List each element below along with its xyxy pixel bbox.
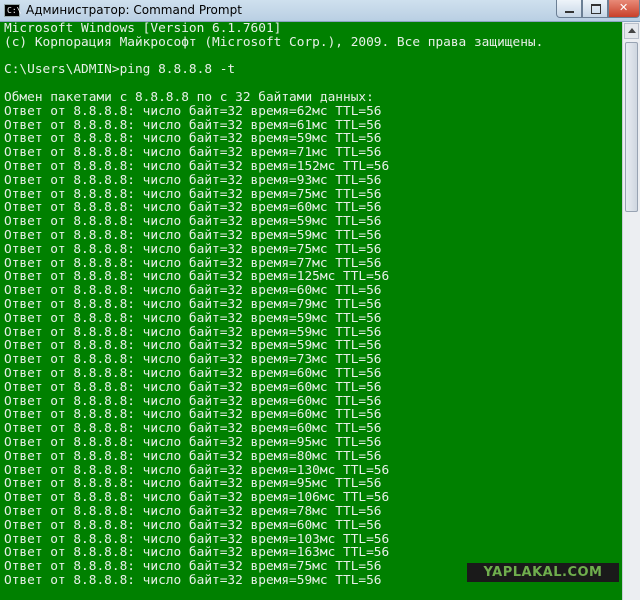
console-line: Ответ от 8.8.8.8: число байт=32 время=60… <box>4 200 382 216</box>
console-line: Ответ от 8.8.8.8: число байт=32 время=16… <box>4 545 390 561</box>
console-line: Ответ от 8.8.8.8: число байт=32 время=60… <box>4 517 382 533</box>
console-line: Ответ от 8.8.8.8: число байт=32 время=80… <box>4 448 382 464</box>
console-line: C:\Users\ADMIN>ping 8.8.8.8 -t <box>4 62 236 78</box>
watermark-logo: YAPLAKAL.COM <box>467 563 619 582</box>
console-line: Ответ от 8.8.8.8: число байт=32 время=78… <box>4 504 382 519</box>
console-line: Ответ от 8.8.8.8: число байт=32 время=10… <box>4 490 390 506</box>
console-line: Microsoft Windows [Version 6.1.7601] <box>4 22 282 36</box>
console-line: Ответ от 8.8.8.8: число байт=32 время=77… <box>4 255 382 271</box>
console-line: Ответ от 8.8.8.8: число байт=32 время=60… <box>4 379 382 395</box>
console-line: Ответ от 8.8.8.8: число байт=32 время=59… <box>4 324 382 340</box>
console-line: Ответ от 8.8.8.8: число байт=32 время=95… <box>4 476 382 492</box>
console-line: Ответ от 8.8.8.8: число байт=32 время=93… <box>4 172 382 188</box>
scroll-thumb[interactable] <box>625 42 638 212</box>
console-line: Ответ от 8.8.8.8: число байт=32 время=15… <box>4 159 390 174</box>
console-line: Ответ от 8.8.8.8: число байт=32 время=75… <box>4 241 382 257</box>
console-line: Ответ от 8.8.8.8: число байт=32 время=10… <box>4 531 390 547</box>
scroll-up-arrow-icon[interactable] <box>624 23 639 39</box>
vertical-scrollbar[interactable] <box>622 22 640 600</box>
console-line: Ответ от 8.8.8.8: число байт=32 время=59… <box>4 573 382 588</box>
console-line: Ответ от 8.8.8.8: число байт=32 время=71… <box>4 145 382 161</box>
console-line: Ответ от 8.8.8.8: число байт=32 время=62… <box>4 103 382 119</box>
close-button[interactable] <box>608 0 640 18</box>
title-bar[interactable]: C:\ Администратор: Command Prompt <box>0 0 640 22</box>
console-line: Ответ от 8.8.8.8: число байт=32 время=59… <box>4 228 382 243</box>
console-line: Ответ от 8.8.8.8: число байт=32 время=13… <box>4 462 390 478</box>
console-line: Ответ от 8.8.8.8: число байт=32 время=59… <box>4 131 382 147</box>
console-line: Ответ от 8.8.8.8: число байт=32 время=75… <box>4 186 382 202</box>
console-line: Ответ от 8.8.8.8: число байт=32 время=60… <box>4 421 382 437</box>
console-line: Ответ от 8.8.8.8: число байт=32 время=79… <box>4 297 382 312</box>
window-title: Администратор: Command Prompt <box>26 3 242 17</box>
console-line: Ответ от 8.8.8.8: число байт=32 время=60… <box>4 366 382 381</box>
console-line: Ответ от 8.8.8.8: число байт=32 время=60… <box>4 393 382 409</box>
minimize-button[interactable] <box>556 0 582 18</box>
console-line: Ответ от 8.8.8.8: число байт=32 время=73… <box>4 352 382 368</box>
console-icon[interactable]: C:\ <box>4 4 21 17</box>
console-line: Ответ от 8.8.8.8: число байт=32 время=95… <box>4 435 382 450</box>
console-line: Ответ от 8.8.8.8: число байт=32 время=59… <box>4 310 382 326</box>
console-line: Ответ от 8.8.8.8: число байт=32 время=60… <box>4 407 382 423</box>
console-line: Ответ от 8.8.8.8: число байт=32 время=61… <box>4 117 382 133</box>
console-line: Ответ от 8.8.8.8: число байт=32 время=12… <box>4 269 390 285</box>
maximize-button[interactable] <box>582 0 608 18</box>
console-line: Ответ от 8.8.8.8: число байт=32 время=60… <box>4 283 382 299</box>
console-line: Ответ от 8.8.8.8: число байт=32 время=59… <box>4 214 382 230</box>
console-line: Ответ от 8.8.8.8: число байт=32 время=59… <box>4 338 382 354</box>
console-output[interactable]: Microsoft Windows [Version 6.1.7601] (c) … <box>0 22 622 600</box>
console-line: (c) Корпорация Майкрософт (Microsoft Cor… <box>4 34 544 50</box>
console-line: Обмен пакетами с 8.8.8.8 по с 32 байтами… <box>4 90 374 105</box>
console-line: Ответ от 8.8.8.8: число байт=32 время=75… <box>4 559 382 575</box>
